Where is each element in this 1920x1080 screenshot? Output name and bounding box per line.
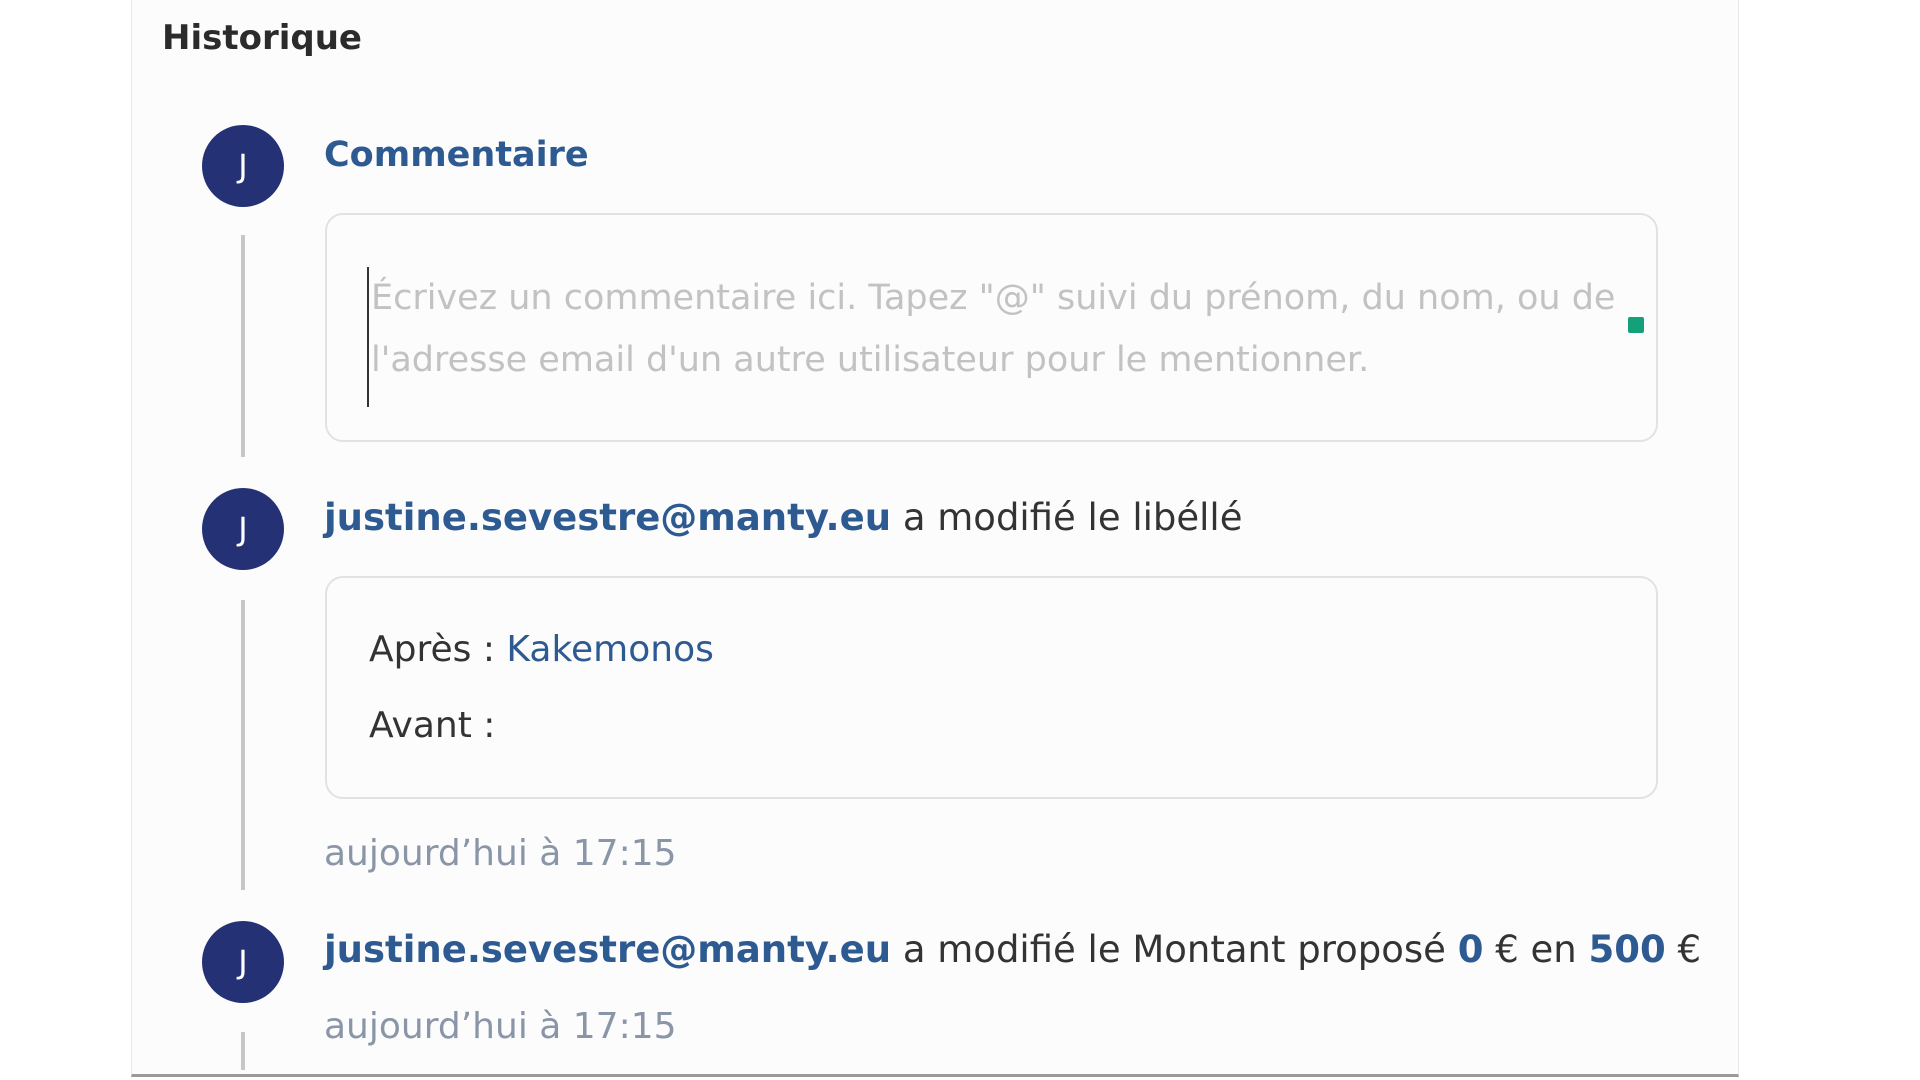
entry-action-text: a modifié le Montant proposé: [891, 928, 1458, 971]
before-label: Avant :: [369, 705, 496, 746]
comment-title: Commentaire: [324, 135, 589, 175]
history-title: Historique: [162, 18, 362, 58]
after-row: Après : Kakemonos: [369, 626, 714, 674]
before-row: Avant :: [369, 702, 495, 750]
avatar: J: [202, 921, 284, 1003]
entry-timestamp: aujourd’hui à 17:15: [324, 1006, 677, 1047]
after-label: Après :: [369, 629, 507, 670]
from-amount: 0: [1457, 928, 1484, 971]
user-link[interactable]: justine.sevestre@manty.eu: [324, 496, 891, 539]
timeline-connector: [241, 235, 245, 457]
comment-box[interactable]: [325, 213, 1658, 442]
user-link[interactable]: justine.sevestre@manty.eu: [324, 928, 891, 971]
to-amount: 500: [1588, 928, 1666, 971]
entry-action-text: a modifié le libéllé: [891, 496, 1243, 539]
history-entry-header: justine.sevestre@manty.eu a modifié le l…: [324, 493, 1242, 543]
history-entry-header: justine.sevestre@manty.eu a modifié le M…: [324, 925, 1701, 975]
timeline-connector: [241, 600, 245, 890]
currency-text: €: [1665, 928, 1702, 971]
after-value: Kakemonos: [506, 629, 714, 670]
entry-timestamp: aujourd’hui à 17:15: [324, 833, 677, 874]
comment-input[interactable]: [367, 267, 1621, 407]
change-details: Après : Kakemonos Avant :: [325, 576, 1658, 799]
avatar: J: [202, 488, 284, 570]
timeline-connector: [241, 1032, 245, 1070]
currency-text: € en: [1483, 928, 1589, 971]
avatar: J: [202, 125, 284, 207]
status-indicator-icon: [1628, 317, 1644, 333]
